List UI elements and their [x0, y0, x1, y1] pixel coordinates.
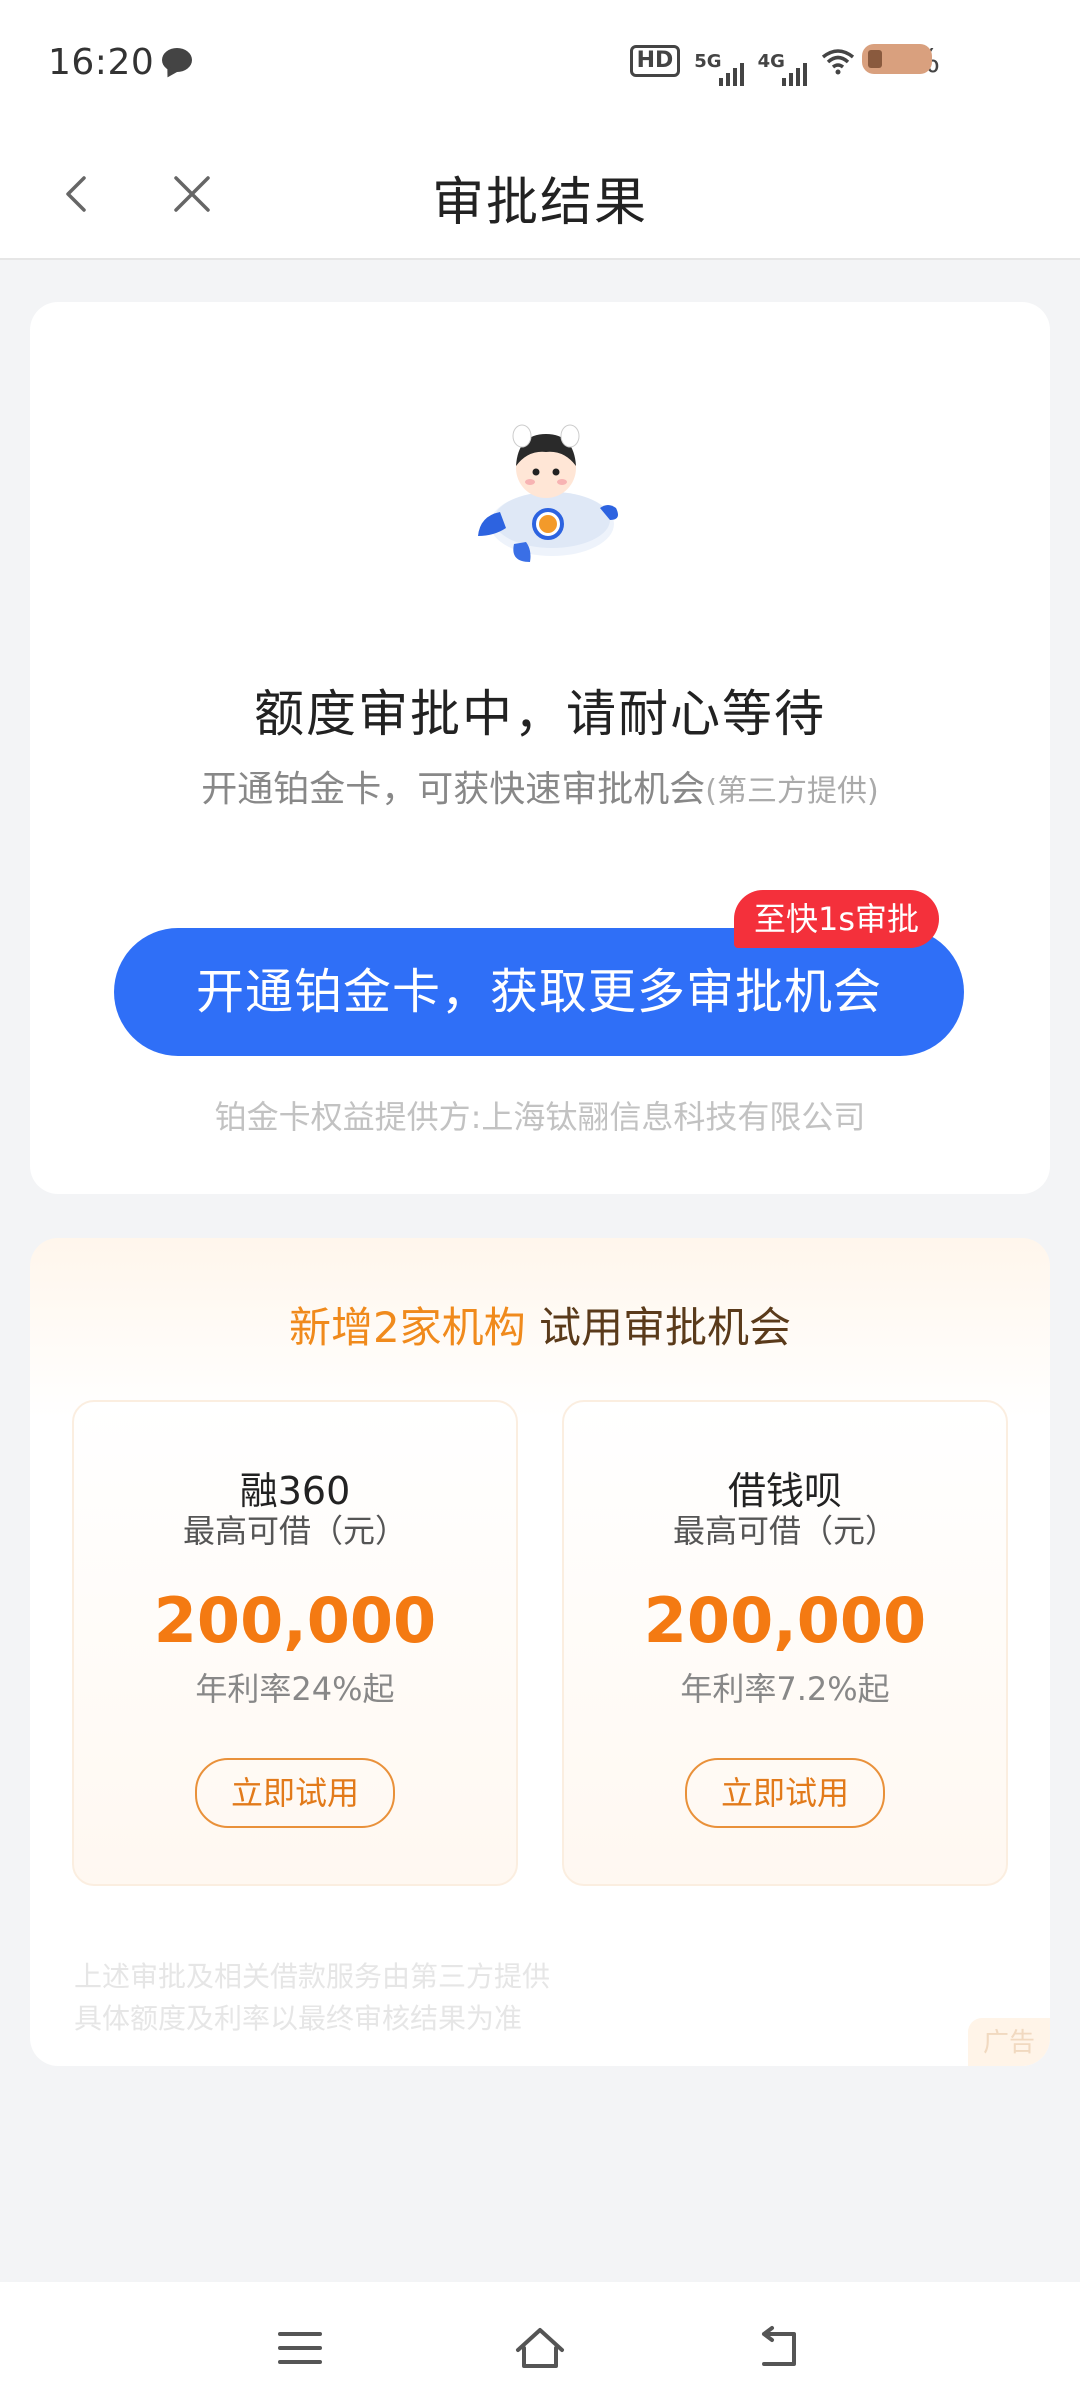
lender-rate: 年利率7.2%起 [680, 1670, 890, 1708]
disclaimer: 上述审批及相关借款服务由第三方提供 具体额度及利率以最终审核结果为准 [74, 1956, 550, 2040]
disclaimer-line: 上述审批及相关借款服务由第三方提供 [74, 1960, 551, 1993]
provider-text: 铂金卡权益提供方:上海钛翮信息科技有限公司 [214, 1098, 866, 1136]
lender-amount: 200,000 [153, 1584, 437, 1657]
home-icon[interactable] [510, 2318, 570, 2378]
lender-card[interactable]: 融360 最高可借（元） 200,000 年利率24%起 立即试用 [72, 1400, 518, 1886]
promo-title-rest: 试用审批机会 [539, 1303, 792, 1352]
battery-icon [862, 44, 932, 74]
signal-4g-icon: 4G [758, 51, 807, 86]
status-subtitle-note: (第三方提供) [705, 774, 879, 809]
try-now-button[interactable]: 立即试用 [195, 1758, 395, 1828]
lender-card[interactable]: 借钱呗 最高可借（元） 200,000 年利率7.2%起 立即试用 [562, 1400, 1008, 1886]
lender-limit-label: 最高可借（元） [182, 1512, 407, 1550]
page-title: 审批结果 [431, 173, 648, 233]
lender-rate: 年利率24%起 [195, 1670, 395, 1708]
back-nav-icon[interactable] [750, 2318, 810, 2378]
status-subtitle: 开通铂金卡，可获快速审批机会(第三方提供) [201, 769, 879, 810]
lender-amount: 200,000 [643, 1584, 927, 1657]
try-now-button[interactable]: 立即试用 [685, 1758, 885, 1828]
menu-icon[interactable] [270, 2318, 330, 2378]
signal-5g-icon: 5G [694, 51, 744, 86]
promo-title-highlight: 新增2家机构 [288, 1303, 526, 1352]
fast-approval-badge: 至快1s审批 [734, 890, 940, 948]
hd-icon: HD [629, 45, 681, 77]
message-icon [162, 48, 192, 72]
promo-title: 新增2家机构 试用审批机会 [30, 1294, 1050, 1355]
page-header: 审批结果 [0, 130, 1080, 260]
wifi-icon [821, 49, 854, 75]
system-nav-bar [0, 2282, 1080, 2408]
status-title: 额度审批中，请耐心等待 [254, 685, 826, 743]
status-time: 16:20 [48, 42, 155, 83]
ad-label: 广告 [968, 2018, 1050, 2066]
lender-limit-label: 最高可借（元） [672, 1512, 897, 1550]
lender-promo-card: 新增2家机构 试用审批机会 融360 最高可借（元） 200,000 年利率24… [30, 1238, 1050, 2066]
disclaimer-line: 具体额度及利率以最终审核结果为准 [74, 2002, 523, 2035]
status-bar: 16:20 HD 5G 4G 16% [0, 0, 1080, 130]
approval-status-card: 额度审批中，请耐心等待 开通铂金卡，可获快速审批机会(第三方提供) 开通铂金卡，… [30, 302, 1050, 1194]
rocket-mascot-icon [478, 424, 618, 562]
